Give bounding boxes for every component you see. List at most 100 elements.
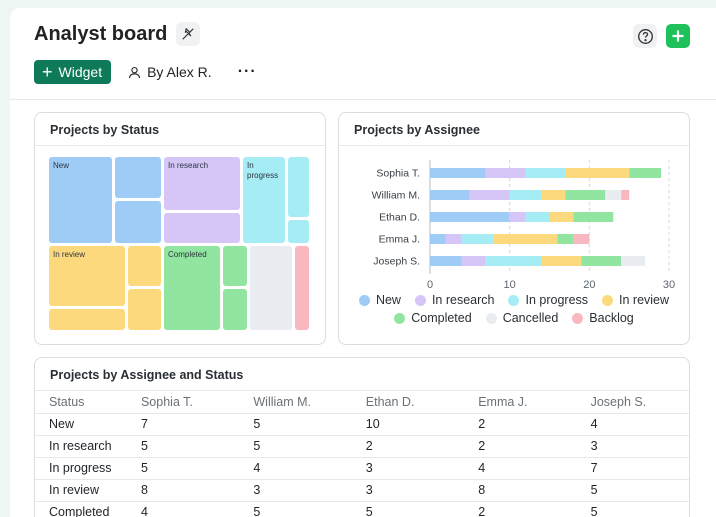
treemap-cell-cancelled[interactable] [250, 246, 292, 330]
legend-item[interactable]: Completed [394, 311, 472, 325]
bar-segment[interactable] [509, 190, 542, 200]
table-cell: 5 [126, 434, 240, 457]
table-cell: 3 [239, 478, 352, 501]
bar-segment[interactable] [461, 234, 494, 244]
projects-by-assignee-card: Projects by Assignee 0 10 20 30 Sophia T. Wil… [338, 112, 690, 345]
treemap-cell-in-progress[interactable] [288, 157, 309, 217]
add-button[interactable] [666, 24, 690, 48]
treemap-cell-in-review[interactable] [128, 289, 161, 330]
bar-segment[interactable] [581, 256, 622, 266]
table-cell: In research [35, 434, 127, 457]
table-cell: 10 [351, 412, 465, 435]
table-cell: In review [35, 478, 127, 501]
column-header[interactable]: Status [35, 391, 127, 413]
table-cell: 2 [351, 434, 465, 457]
bar-segment[interactable] [525, 168, 566, 178]
bar-segment[interactable] [621, 190, 630, 200]
table-cell: 5 [239, 434, 352, 457]
bar-segment[interactable] [430, 190, 470, 200]
help-button[interactable] [633, 24, 657, 48]
table-cell: Completed [35, 500, 127, 517]
bar-segment[interactable] [485, 168, 526, 178]
bar-segment[interactable] [565, 190, 606, 200]
bar-segment[interactable] [541, 256, 582, 266]
column-header[interactable]: William M. [239, 391, 351, 413]
bar-segment[interactable] [605, 190, 622, 200]
bar-segment[interactable] [541, 190, 566, 200]
legend-item[interactable]: Cancelled [485, 311, 558, 325]
legend-item[interactable]: Backlog [572, 311, 634, 325]
owner-filter[interactable]: By Alex R. [128, 64, 212, 80]
bar-segment[interactable] [430, 256, 462, 266]
bar-segment[interactable] [430, 168, 486, 178]
treemap-cell-in-review[interactable]: In review [49, 246, 125, 306]
treemap-cell-in-review[interactable] [128, 246, 161, 286]
treemap-cell-completed[interactable] [223, 289, 247, 330]
legend-swatch [508, 294, 520, 306]
bar-segment[interactable] [525, 212, 550, 222]
legend-swatch [394, 312, 406, 324]
more-options-button[interactable]: ··· [238, 63, 257, 81]
legend-item[interactable]: In progress [508, 293, 588, 307]
pin-button[interactable] [176, 22, 201, 46]
bar-segment[interactable] [430, 234, 446, 244]
column-header[interactable]: Emma J. [464, 391, 576, 413]
table-cell: 3 [576, 434, 689, 457]
legend-swatch [602, 294, 614, 306]
bar-segment[interactable] [485, 256, 542, 266]
treemap-cell-backlog[interactable] [295, 246, 309, 330]
bar-segment[interactable] [629, 168, 662, 178]
column-header[interactable]: Joseph S. [577, 391, 689, 413]
bar-segment[interactable] [430, 212, 510, 222]
help-icon [637, 28, 653, 44]
table-cell: 5 [239, 500, 352, 517]
treemap-cell-in-review[interactable] [49, 309, 125, 330]
table-cell: 4 [239, 456, 352, 479]
treemap-cell-in-progress[interactable]: In progress [243, 157, 285, 243]
board-toolbar: + Widget By Alex R. ··· [34, 60, 257, 84]
x-tick-label: 10 [504, 279, 516, 291]
bar-segment[interactable] [573, 234, 590, 244]
treemap-cell-in-research[interactable]: In research [164, 157, 240, 210]
add-widget-button[interactable]: + Widget [34, 60, 112, 84]
legend-item[interactable]: In review [602, 293, 669, 307]
analyst-board: Analyst board + Widget By Alex R. ··· Pr… [10, 8, 716, 517]
bar-segment[interactable] [549, 212, 574, 222]
y-tick-label: Joseph S. [373, 256, 420, 268]
table-cell: 4 [576, 412, 689, 435]
treemap-cell-completed[interactable]: Completed [164, 246, 220, 330]
assignee-bar-chart: 0 10 20 30 Sophia T. William M. Ethan D. Emma J… [372, 160, 675, 291]
treemap-cell-in-progress[interactable] [288, 220, 309, 243]
treemap-label: In research [168, 161, 209, 170]
treemap-cell-new[interactable]: New [49, 157, 112, 243]
bar-segment[interactable] [493, 234, 558, 244]
bar-segment[interactable] [565, 168, 630, 178]
bar-segment[interactable] [573, 212, 614, 222]
table-row: In progress 5 4 3 4 7 [35, 456, 689, 479]
column-header[interactable]: Sophia T. [127, 391, 239, 413]
bar-segment[interactable] [445, 234, 462, 244]
bar-segment[interactable] [557, 234, 574, 244]
bar-segment[interactable] [621, 256, 646, 266]
card-title: Projects by Assignee and Status [50, 368, 244, 382]
legend-label: In research [431, 293, 495, 307]
legend-swatch [414, 294, 426, 306]
treemap-cell-new[interactable] [115, 157, 161, 198]
assignee-status-table-card: Projects by Assignee and Status Status So… [34, 357, 690, 517]
bar-segment[interactable] [509, 212, 526, 222]
treemap-cell-in-research[interactable] [164, 213, 240, 243]
page-title: Analyst board [34, 22, 168, 45]
table-header-row: Status Sophia T. William M. Ethan D. Emma J.… [35, 391, 689, 413]
legend-item[interactable]: In research [414, 293, 495, 307]
table-row: Completed 4 5 5 2 5 [35, 500, 689, 517]
treemap-cell-new[interactable] [115, 201, 161, 243]
bar-segment[interactable] [469, 190, 510, 200]
table-cell: 5 [576, 500, 689, 517]
column-header[interactable]: Ethan D. [352, 391, 464, 413]
legend-label: Backlog [589, 311, 634, 325]
treemap-cell-completed[interactable] [223, 246, 247, 286]
legend-item[interactable]: New [358, 293, 401, 307]
bar-segment[interactable] [461, 256, 486, 266]
table-cell: 8 [126, 478, 240, 501]
treemap-label: In review [53, 250, 86, 259]
